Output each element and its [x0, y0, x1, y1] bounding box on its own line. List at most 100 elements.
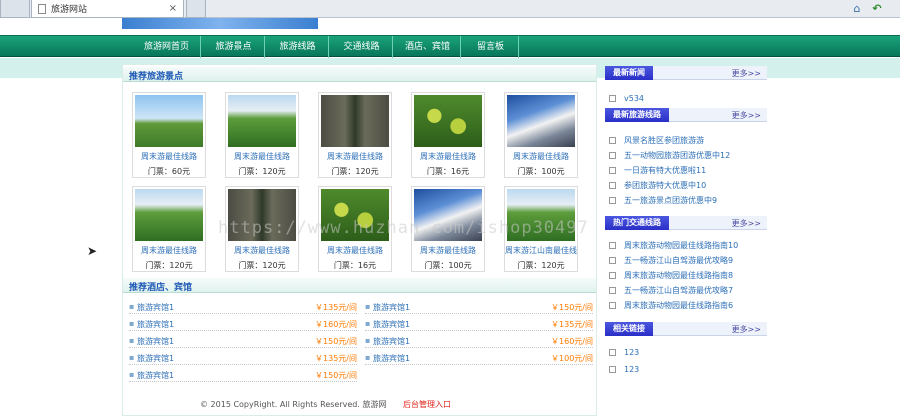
spot-thumbnail[interactable] [135, 189, 203, 241]
hotel-price: ￥135元/间 [315, 303, 357, 312]
spot-name-link[interactable]: 周末游最佳线路 [226, 151, 298, 162]
hotel-name[interactable]: 旅游宾馆1 [373, 319, 410, 330]
nav-item-hotels[interactable]: 酒店、宾馆 [395, 36, 461, 58]
hotel-name[interactable]: 旅游宾馆1 [137, 353, 174, 364]
spot-thumbnail[interactable] [414, 95, 482, 147]
spot-price: 门票：100元 [424, 261, 472, 270]
hotels-section-header: 推荐酒店、宾馆 [123, 278, 596, 293]
tab-title: 旅游网站 [51, 5, 88, 15]
spots-section-title: 推荐旅游景点 [129, 72, 184, 82]
hotel-name[interactable]: 旅游宾馆1 [373, 336, 410, 347]
traffic-more-link[interactable]: 更多>> [732, 218, 761, 229]
spot-card[interactable]: 周末游最佳线路 门票：120元 [318, 92, 392, 178]
hotel-list-item[interactable]: ▪ 旅游宾馆1 ￥135元/间 [129, 300, 357, 314]
hotel-list-item[interactable]: ▪ 旅游宾馆1 ￥150元/间 [129, 368, 357, 382]
hotel-name[interactable]: 旅游宾馆1 [137, 370, 174, 381]
spot-price: 门票：120元 [238, 167, 286, 176]
routes-more-link[interactable]: 更多>> [732, 110, 761, 121]
hotel-price: ￥100元/间 [551, 354, 593, 363]
list-bullet-icon [609, 302, 616, 309]
hotel-name[interactable]: 旅游宾馆1 [373, 302, 410, 313]
spot-price: 门票：60元 [147, 167, 191, 176]
admin-entry-link[interactable]: 后台管理入口 [403, 400, 451, 409]
link-item[interactable]: 123 [609, 348, 639, 361]
list-bullet-icon [609, 272, 616, 279]
spot-name-link[interactable]: 周末游最佳线路 [505, 151, 577, 162]
hotel-list-item[interactable]: ▪ 旅游宾馆1 ￥135元/间 [129, 351, 357, 365]
traffic-item[interactable]: 周末旅游动物园最佳线路指南6 [609, 300, 733, 313]
spot-thumbnail[interactable] [507, 95, 575, 147]
hotel-name[interactable]: 旅游宾馆1 [137, 302, 174, 313]
page-footer: © 2015 CopyRight. All Rights Reserved. 旅… [200, 399, 451, 410]
spot-name-link[interactable]: 周末游最佳线路 [412, 151, 484, 162]
nav-item-guestbook[interactable]: 留言板 [463, 36, 519, 58]
route-item[interactable]: 一日游有特大优惠啦11 [609, 165, 706, 178]
spot-card[interactable]: 周末游最佳线路 门票：120元 [132, 186, 206, 272]
spot-card[interactable]: 周末游最佳线路 门票：60元 [132, 92, 206, 178]
spot-name-link[interactable]: 周末游最佳线路 [319, 151, 391, 162]
traffic-box-header: 热门交通线路 更多>> [605, 216, 767, 230]
link-item[interactable]: 123 [609, 365, 639, 378]
route-item[interactable]: 参团旅游特大优惠中10 [609, 180, 706, 193]
main-content: 推荐旅游景点 周末游最佳线路 门票：60元 周末游最佳线路 门票：120元 周末游最佳线… [122, 64, 597, 416]
active-tab[interactable]: 旅游网站 × [31, 0, 184, 18]
main-nav: 旅游网首页 旅游景点 旅游线路 交通线路 酒店、宾馆 留言板 [0, 35, 900, 58]
spot-price: 门票：100元 [517, 167, 565, 176]
spot-name-link[interactable]: 周末游最佳线路 [226, 245, 298, 256]
list-bullet-icon [609, 167, 616, 174]
hotel-list-item[interactable]: ▪ 旅游宾馆1 ￥160元/间 [365, 334, 593, 348]
spot-price: 门票：16元 [333, 261, 377, 270]
hotel-list-item[interactable]: ▪ 旅游宾馆1 ￥100元/间 [365, 351, 593, 365]
spot-card[interactable]: 周末游最佳线路 门票：16元 [411, 92, 485, 178]
close-tab-icon[interactable]: × [169, 3, 177, 14]
hotel-list-item[interactable]: ▪ 旅游宾馆1 ￥150元/间 [365, 300, 593, 314]
hotel-price: ￥150元/间 [315, 337, 357, 346]
spot-thumbnail[interactable] [135, 95, 203, 147]
links-more-link[interactable]: 更多>> [732, 324, 761, 335]
news-item[interactable]: v534 [609, 94, 644, 107]
list-bullet-icon: ▪ [129, 370, 135, 379]
nav-item-home[interactable]: 旅游网首页 [133, 36, 201, 58]
spot-name-link[interactable]: 周末游最佳线路 [133, 151, 205, 162]
nav-item-routes[interactable]: 旅游线路 [267, 36, 329, 58]
links-box-title: 相关链接 [605, 322, 653, 336]
sidebar-routes-box: 最新旅游线路 更多>> 风景名胜区参团旅游游 五一动物园旅游团游优惠中12 一日… [605, 108, 767, 214]
spot-name-link[interactable]: 周末游江山南最佳线路 [505, 245, 577, 256]
spot-name-link[interactable]: 周末游最佳线路 [319, 245, 391, 256]
spot-name-link[interactable]: 周末游最佳线路 [133, 245, 205, 256]
hotel-name[interactable]: 旅游宾馆1 [137, 336, 174, 347]
hotel-name[interactable]: 旅游宾馆1 [137, 319, 174, 330]
news-more-link[interactable]: 更多>> [732, 68, 761, 79]
list-bullet-icon [609, 366, 616, 373]
spot-name-link[interactable]: 周末游最佳线路 [412, 245, 484, 256]
traffic-item[interactable]: 五一畅游江山自驾游最优攻略9 [609, 255, 733, 268]
hotel-price: ￥160元/间 [551, 337, 593, 346]
route-item[interactable]: 五一动物园旅游团游优惠中12 [609, 150, 730, 163]
blank-tab[interactable] [0, 0, 30, 18]
spot-thumbnail[interactable] [321, 95, 389, 147]
hotel-price: ￥160元/间 [315, 320, 357, 329]
spot-thumbnail[interactable] [228, 95, 296, 147]
spot-card[interactable]: 周末游最佳线路 门票：120元 [225, 92, 299, 178]
copyright-text: © 2015 CopyRight. All Rights Reserved. 旅… [200, 400, 387, 409]
list-bullet-icon [609, 95, 616, 102]
route-item[interactable]: 五一旅游景点团游优惠中9 [609, 195, 717, 208]
spot-card[interactable]: 周末游最佳线路 门票：100元 [504, 92, 578, 178]
hotel-list-item[interactable]: ▪ 旅游宾馆1 ￥160元/间 [129, 317, 357, 331]
nav-item-spots[interactable]: 旅游景点 [203, 36, 265, 58]
traffic-item[interactable]: 五一畅游江山自驾游最优攻略7 [609, 285, 733, 298]
hotel-price: ￥135元/间 [315, 354, 357, 363]
hotel-list-item[interactable]: ▪ 旅游宾馆1 ￥150元/间 [129, 334, 357, 348]
hotel-list-item[interactable]: ▪ 旅游宾馆1 ￥135元/间 [365, 317, 593, 331]
hotel-name[interactable]: 旅游宾馆1 [373, 353, 410, 364]
nav-item-traffic[interactable]: 交通线路 [331, 36, 393, 58]
route-item[interactable]: 风景名胜区参团旅游游 [609, 135, 704, 148]
list-bullet-icon [609, 137, 616, 144]
new-tab-button[interactable] [186, 0, 206, 18]
traffic-item[interactable]: 周末旅游动物园最佳线路指南10 [609, 240, 738, 253]
spot-price: 门票：120元 [238, 261, 286, 270]
page-icon [38, 3, 46, 14]
home-icon[interactable]: ⌂ [850, 2, 864, 16]
traffic-item[interactable]: 周末旅游动物园最佳线路指南8 [609, 270, 733, 283]
back-arrow-icon[interactable]: ↶ [870, 2, 884, 16]
